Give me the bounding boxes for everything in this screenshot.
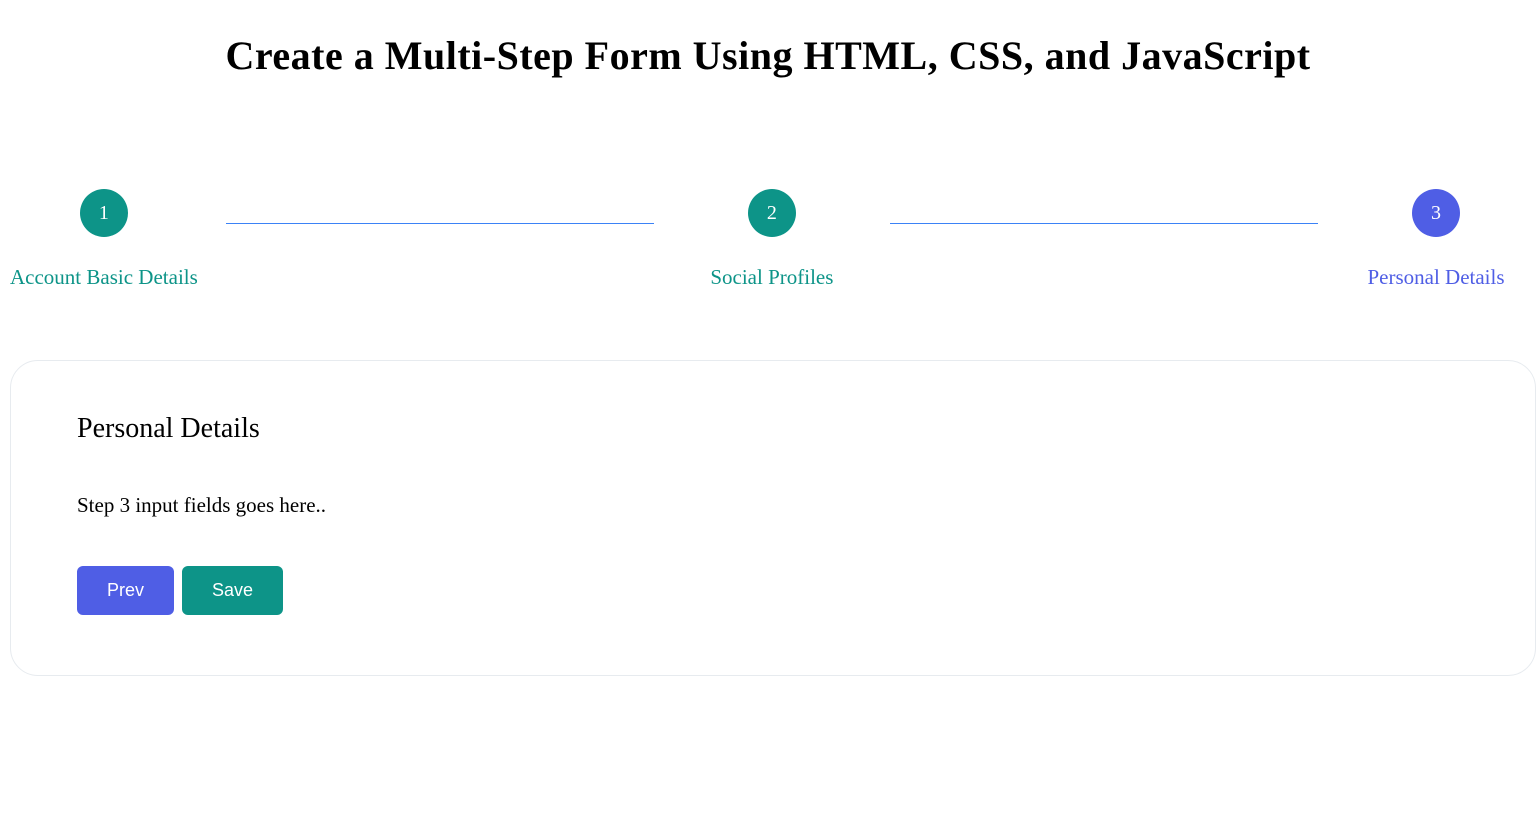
step-3[interactable]: 3 Personal Details: [1346, 189, 1526, 290]
step-2-circle: 2: [748, 189, 796, 237]
page-title: Create a Multi-Step Form Using HTML, CSS…: [0, 32, 1536, 79]
step-1-circle: 1: [80, 189, 128, 237]
form-card: Personal Details Step 3 input fields goe…: [10, 360, 1536, 676]
form-step-description: Step 3 input fields goes here..: [77, 493, 1469, 518]
step-2-label: Social Profiles: [710, 265, 833, 290]
form-title: Personal Details: [77, 413, 1469, 445]
save-button[interactable]: Save: [182, 566, 283, 615]
stepper: 1 Account Basic Details 2 Social Profile…: [0, 189, 1536, 290]
prev-button[interactable]: Prev: [77, 566, 174, 615]
step-1[interactable]: 1 Account Basic Details: [10, 189, 198, 290]
step-3-label: Personal Details: [1367, 265, 1504, 290]
step-connector-1-2: [226, 223, 654, 224]
step-connector-2-3: [890, 223, 1318, 224]
step-2[interactable]: 2 Social Profiles: [682, 189, 862, 290]
step-3-circle: 3: [1412, 189, 1460, 237]
form-buttons-row: Prev Save: [77, 566, 1469, 615]
step-1-label: Account Basic Details: [10, 265, 198, 290]
